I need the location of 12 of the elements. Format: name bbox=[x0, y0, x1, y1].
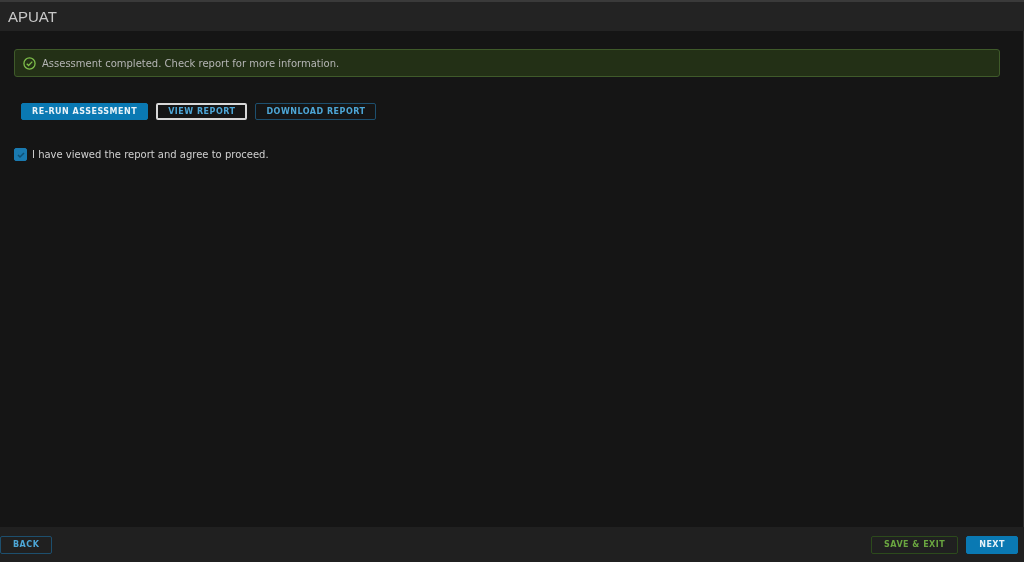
checkbox[interactable] bbox=[14, 148, 27, 161]
check-circle-icon bbox=[23, 56, 36, 70]
action-button[interactable]: BACK bbox=[0, 535, 53, 554]
checkbox-label: I have viewed the report and agree to proceed. bbox=[32, 149, 269, 160]
check-icon bbox=[15, 149, 26, 160]
action-button[interactable]: SAVE & EXIT bbox=[871, 535, 959, 554]
action-button[interactable]: DOWNLOAD REPORT bbox=[255, 103, 377, 120]
window-title: APUAT bbox=[8, 8, 57, 25]
action-button[interactable]: NEXT bbox=[966, 535, 1018, 554]
action-button[interactable]: VIEW REPORT bbox=[156, 103, 248, 120]
action-button[interactable]: RE-RUN ASSESSMENT bbox=[21, 103, 149, 120]
alert-message: Assessment completed. Check report for more information. bbox=[42, 57, 340, 69]
